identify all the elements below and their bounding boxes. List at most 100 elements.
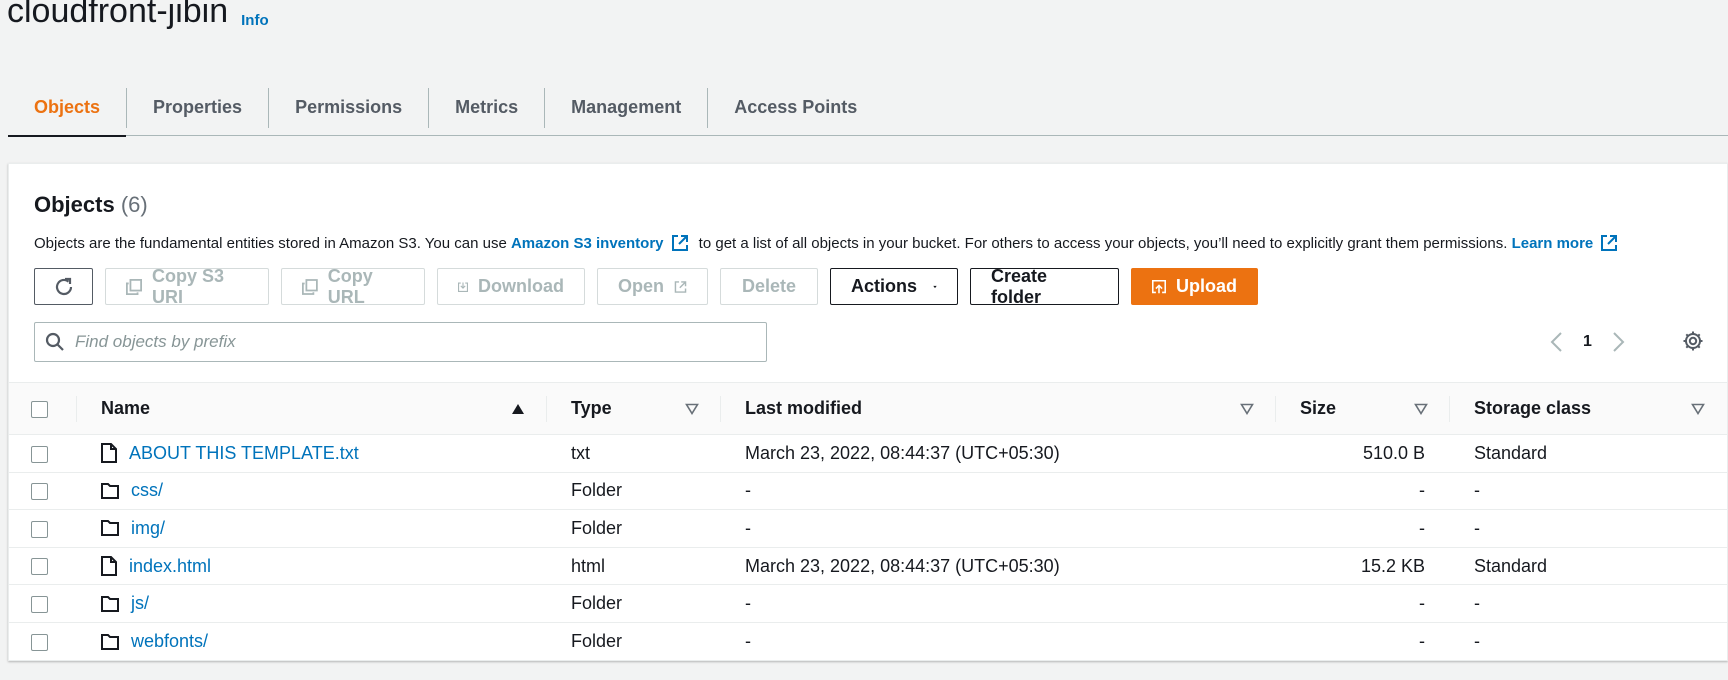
object-storage-class: -: [1450, 509, 1727, 548]
create-folder-button[interactable]: Create folder: [970, 266, 1119, 307]
table-row[interactable]: ABOUT THIS TEMPLATE.txt txt March 23, 20…: [9, 434, 1727, 473]
description-text: Objects are the fundamental entities sto…: [34, 234, 511, 252]
tab-access-points[interactable]: Access Points: [708, 80, 883, 136]
download-label: Download: [478, 276, 564, 296]
tab-metrics[interactable]: Metrics: [429, 80, 544, 136]
object-type: html: [547, 547, 721, 586]
object-link[interactable]: img/: [131, 518, 165, 539]
refresh-icon: [55, 277, 72, 295]
copy-url-label: Copy URL: [327, 265, 373, 307]
row-checkbox[interactable]: [31, 445, 48, 463]
object-last-modified: -: [721, 509, 1276, 548]
object-size: -: [1419, 631, 1425, 652]
download-button[interactable]: Download: [437, 268, 585, 305]
object-last-modified: -: [721, 472, 1276, 511]
folder-icon: [101, 482, 119, 499]
folder-icon: [101, 633, 119, 650]
object-size: -: [1276, 584, 1450, 623]
objects-toolbar: Copy S3 URI Copy URL Download Open Delet…: [34, 265, 1258, 307]
page-title: cloudfront-jibin: [7, 0, 229, 30]
object-type: Folder: [547, 472, 721, 511]
copy-s3-uri-button[interactable]: Copy S3 URI: [105, 265, 269, 307]
object-size: -: [1276, 472, 1450, 511]
external-link-icon: [1601, 235, 1618, 251]
object-link[interactable]: ABOUT THIS TEMPLATE.txt: [129, 443, 359, 464]
column-header-storage-class[interactable]: Storage class: [1450, 383, 1727, 435]
chevron-left-icon[interactable]: [1549, 331, 1563, 353]
tab-properties[interactable]: Properties: [127, 80, 268, 136]
copy-icon: [126, 278, 142, 295]
row-checkbox[interactable]: [31, 595, 48, 613]
column-header-size[interactable]: Size: [1276, 383, 1450, 435]
page-number[interactable]: 1: [1583, 333, 1592, 351]
copy-icon: [302, 278, 318, 295]
objects-heading-label: Objects: [34, 192, 115, 217]
refresh-button[interactable]: [34, 268, 93, 305]
object-link[interactable]: webfonts/: [131, 631, 208, 652]
column-header-last-modified[interactable]: Last modified: [721, 383, 1276, 435]
table-row[interactable]: index.html html March 23, 2022, 08:44:37…: [9, 547, 1727, 586]
sort-icon: [1240, 403, 1254, 415]
tab-objects[interactable]: Objects: [8, 80, 127, 137]
object-type: txt: [547, 434, 721, 473]
row-checkbox[interactable]: [31, 558, 48, 576]
s3-inventory-link[interactable]: Amazon S3 inventory: [511, 234, 695, 252]
copy-s3-uri-label: Copy S3 URI: [152, 265, 225, 307]
copy-url-button[interactable]: Copy URL: [281, 265, 425, 307]
tab-management[interactable]: Management: [545, 80, 707, 136]
object-type: Folder: [547, 509, 721, 548]
chevron-right-icon[interactable]: [1612, 331, 1626, 353]
row-checkbox[interactable]: [31, 483, 48, 501]
tab-bar: Objects Properties Permissions Metrics M…: [8, 80, 1728, 137]
table-row[interactable]: js/ Folder - - -: [9, 584, 1727, 623]
object-storage-class: -: [1450, 472, 1727, 511]
sort-icon: [1414, 403, 1428, 415]
learn-more-label: Learn more: [1511, 234, 1594, 252]
object-type: Folder: [571, 631, 623, 652]
column-header-type[interactable]: Type: [547, 383, 721, 435]
external-link-icon: [671, 235, 688, 251]
object-link[interactable]: index.html: [129, 556, 211, 577]
row-checkbox[interactable]: [31, 520, 48, 538]
object-storage-class: -: [1474, 631, 1480, 652]
objects-panel: Objects (6) Objects are the fundamental …: [8, 163, 1728, 661]
tab-permissions[interactable]: Permissions: [269, 80, 428, 136]
bucket-header: cloudfront-jibin Info: [7, 0, 269, 40]
learn-more-link[interactable]: Learn more: [1512, 234, 1625, 252]
table-row[interactable]: img/ Folder - - -: [9, 509, 1727, 548]
column-header-name[interactable]: Name: [77, 383, 547, 435]
preferences-button[interactable]: [1677, 325, 1709, 357]
sort-icon: [1691, 403, 1705, 415]
object-last-modified: March 23, 2022, 08:44:37 (UTC+05:30): [721, 434, 1276, 473]
object-last-modified: March 23, 2022, 08:44:37 (UTC+05:30): [721, 547, 1276, 586]
s3-inventory-link-label: Amazon S3 inventory: [510, 234, 664, 252]
pagination: 1: [1549, 324, 1626, 360]
open-button[interactable]: Open: [597, 268, 708, 305]
folder-icon: [101, 520, 119, 537]
object-type: Folder: [547, 584, 721, 623]
object-link[interactable]: js/: [131, 593, 149, 614]
select-all-checkbox[interactable]: [31, 400, 48, 418]
object-storage-class: Standard: [1450, 547, 1727, 586]
download-icon: [458, 282, 468, 292]
sort-icon: [685, 403, 699, 415]
sort-ascending-icon: [512, 404, 524, 414]
objects-heading: Objects (6): [34, 192, 148, 218]
object-last-modified: -: [721, 584, 1276, 623]
info-link[interactable]: Info: [241, 12, 269, 29]
table-row[interactable]: webfonts/ Folder - - -: [9, 622, 1727, 660]
gear-icon: [1683, 331, 1703, 351]
actions-dropdown-button[interactable]: Actions: [830, 268, 958, 305]
select-all-header: [9, 383, 77, 435]
search-icon: [45, 332, 64, 351]
upload-button[interactable]: Upload: [1131, 268, 1258, 305]
object-storage-class: -: [1450, 584, 1727, 623]
search-input[interactable]: [75, 332, 715, 352]
delete-button[interactable]: Delete: [720, 268, 818, 305]
table-header-row: Name Type Last modified Size Storage cla…: [9, 382, 1727, 435]
table-row[interactable]: css/ Folder - - -: [9, 472, 1727, 511]
object-link[interactable]: css/: [131, 480, 163, 501]
caret-down-icon: [933, 285, 937, 288]
row-checkbox[interactable]: [31, 633, 48, 651]
search-box: [34, 322, 767, 362]
